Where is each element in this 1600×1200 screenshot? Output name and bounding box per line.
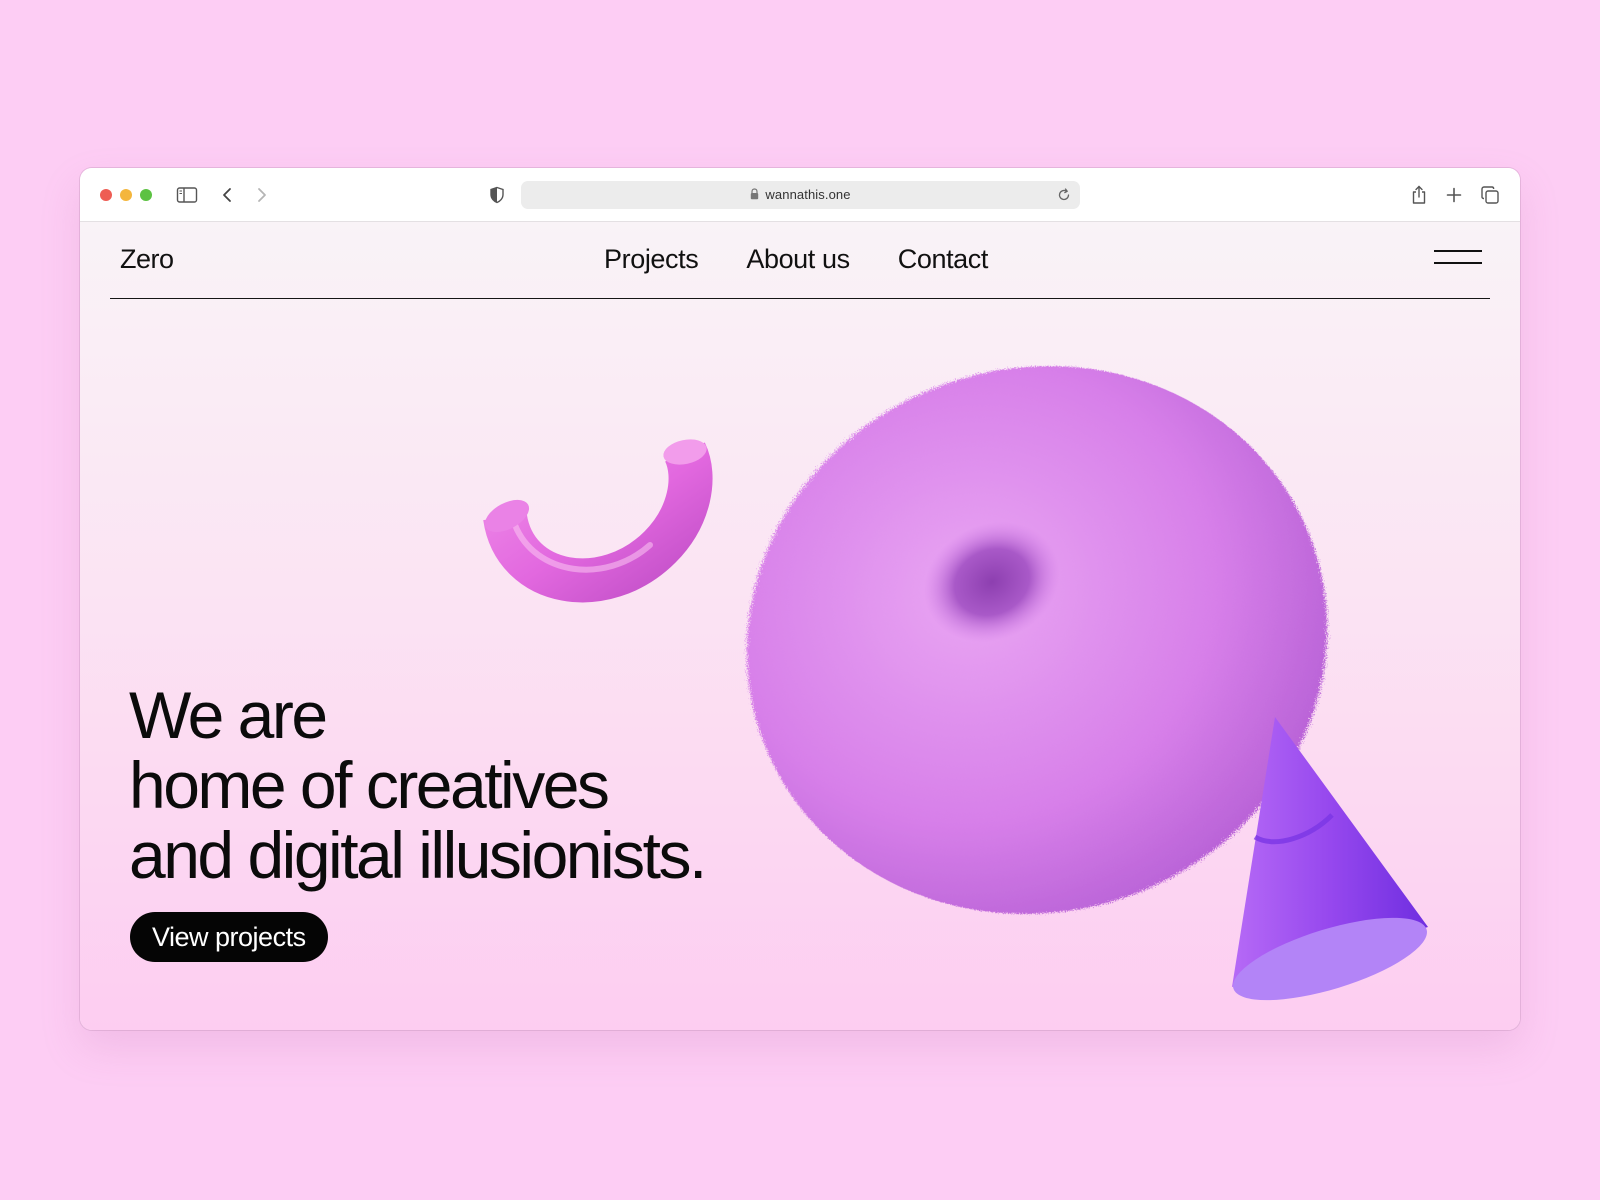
site-navigation: Zero Projects About us Contact [110,222,1490,299]
nav-link-about-us[interactable]: About us [746,244,850,275]
cone-illustration [1232,717,1428,1001]
web-page: Zero Projects About us Contact We are ho… [80,222,1520,1030]
nav-link-projects[interactable]: Projects [604,244,699,275]
nav-link-contact[interactable]: Contact [898,244,989,275]
hero-line-2: home of creatives [129,748,610,822]
hero-line-1: We are [129,678,328,752]
shield-icon[interactable] [484,182,510,208]
browser-window: wannathis.one Zero Projects About us Con… [80,168,1520,1030]
url-text: wannathis.one [765,187,851,202]
minimize-window-button[interactable] [120,189,132,201]
nav-links: Projects About us Contact [604,244,988,275]
new-tab-icon[interactable] [1441,182,1467,208]
menu-icon[interactable] [1434,250,1482,266]
back-icon[interactable] [214,182,240,208]
address-bar[interactable]: wannathis.one [521,181,1080,209]
browser-toolbar: wannathis.one [80,168,1520,222]
close-window-button[interactable] [100,189,112,201]
hero-heading: We are home of creatives and digital ill… [129,678,707,892]
site-logo[interactable]: Zero [120,244,174,275]
forward-icon[interactable] [249,182,275,208]
view-projects-button[interactable]: View projects [130,912,328,962]
sidebar-icon[interactable] [174,182,200,208]
reload-icon[interactable] [1056,187,1072,203]
lock-icon [751,188,759,200]
glossy-arc-illustration [483,439,713,603]
hero-line-3: and digital illusionists. [129,818,707,892]
zoom-window-button[interactable] [140,189,152,201]
tabs-overview-icon[interactable] [1477,182,1503,208]
share-icon[interactable] [1406,182,1432,208]
